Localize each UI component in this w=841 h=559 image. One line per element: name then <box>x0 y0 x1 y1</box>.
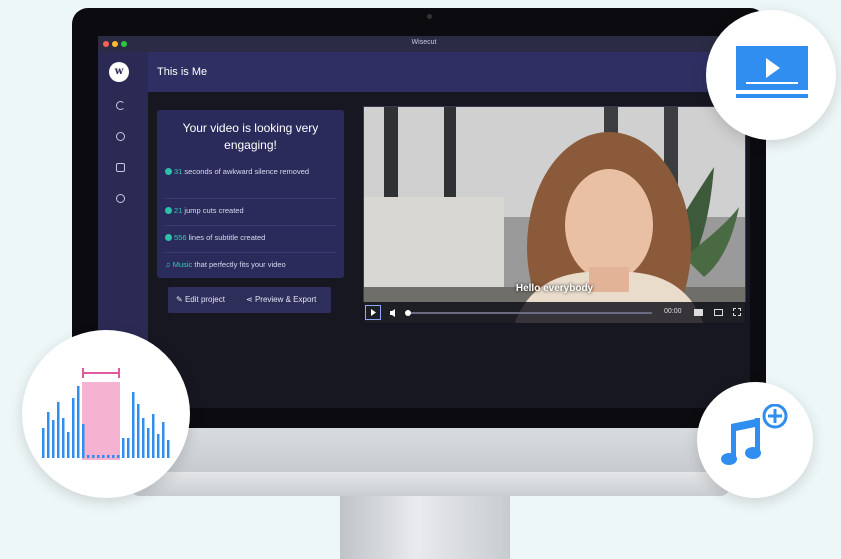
history-icon[interactable] <box>116 132 125 141</box>
check-icon <box>165 207 172 214</box>
monitor-stand <box>340 490 510 559</box>
time-readout: 00:00 <box>664 308 682 315</box>
pip-icon[interactable] <box>714 309 723 316</box>
edit-icon: ✎ <box>176 295 183 304</box>
waveform-bar <box>97 455 100 458</box>
waveform-bar <box>142 418 145 458</box>
app-window: Wisecut w This is Me Your video is looki… <box>98 36 750 408</box>
preview-export-button[interactable]: ⋖ Preview & Export <box>246 295 316 304</box>
add-music-icon <box>721 404 788 465</box>
share-icon: ⋖ <box>246 295 253 304</box>
waveform-bar <box>72 398 75 458</box>
waveform-bar <box>147 428 150 458</box>
waveform-bar <box>42 428 45 458</box>
title-bar: Wisecut <box>98 36 750 52</box>
edit-project-button[interactable]: ✎ Edit project <box>176 295 225 304</box>
fullscreen-icon[interactable] <box>733 308 741 316</box>
play-icon <box>371 309 376 316</box>
window-title: Wisecut <box>411 39 437 46</box>
summary-item: 556 lines of subtitle created <box>165 225 336 243</box>
help-icon[interactable] <box>116 194 125 203</box>
volume-icon[interactable] <box>389 308 399 318</box>
music-feature-badge <box>697 382 813 498</box>
waveform-bar <box>82 424 85 458</box>
monitor-stand-base <box>130 470 730 496</box>
waveform-bar <box>137 404 140 458</box>
waveform-bar <box>77 386 80 458</box>
summary-item: ♫ Music that perfectly fits your video <box>165 252 336 270</box>
waveform-bar <box>132 392 135 458</box>
subtitle-caption: Hello everybody <box>515 283 594 294</box>
logo[interactable]: w <box>109 62 129 82</box>
waveform-bar <box>162 422 165 458</box>
waveform-bar <box>107 455 110 458</box>
seek-handle[interactable] <box>405 310 411 316</box>
play-button[interactable] <box>365 305 381 320</box>
check-icon <box>165 168 172 175</box>
waveform-bar <box>87 455 90 458</box>
waveform-bar <box>57 402 60 458</box>
summary-panel: Your video is looking very engaging! 31 … <box>157 110 344 278</box>
folder-icon[interactable] <box>116 163 125 172</box>
refresh-icon[interactable] <box>116 101 125 110</box>
video-preview[interactable]: Hello everybody <box>363 106 746 324</box>
video-feature-badge <box>706 10 836 140</box>
waveform-bar <box>112 455 115 458</box>
summary-item: 31 seconds of awkward silence removed <box>165 160 336 177</box>
page-title: This is Me <box>157 66 208 78</box>
captions-icon[interactable] <box>694 309 703 316</box>
waveform-bar <box>52 420 55 458</box>
video-controls: 00:00 <box>363 302 746 324</box>
page-header: This is Me <box>148 52 750 92</box>
seek-bar[interactable] <box>405 310 652 316</box>
waveform-icon <box>42 368 170 460</box>
waveform-bar <box>167 440 170 458</box>
waveform-bar <box>62 418 65 458</box>
waveform-bar <box>122 438 125 458</box>
waveform-bar <box>152 414 155 458</box>
waveform-bar <box>127 438 130 458</box>
action-bar: ✎ Edit project ⋖ Preview & Export <box>168 287 331 313</box>
summary-heading: Your video is looking very engaging! <box>182 121 319 152</box>
silence-removal-badge <box>22 330 190 498</box>
music-note-icon: ♫ <box>165 260 171 269</box>
check-icon <box>165 234 172 241</box>
waveform-bar <box>67 432 70 458</box>
waveform-bar <box>92 455 95 458</box>
waveform-bar <box>47 412 50 458</box>
video-player-icon <box>736 46 808 98</box>
summary-item: 21 jump cuts created <box>165 198 336 216</box>
webcam <box>427 14 432 19</box>
waveform-bar <box>117 455 120 458</box>
waveform-bar <box>102 455 105 458</box>
waveform-bar <box>157 434 160 458</box>
